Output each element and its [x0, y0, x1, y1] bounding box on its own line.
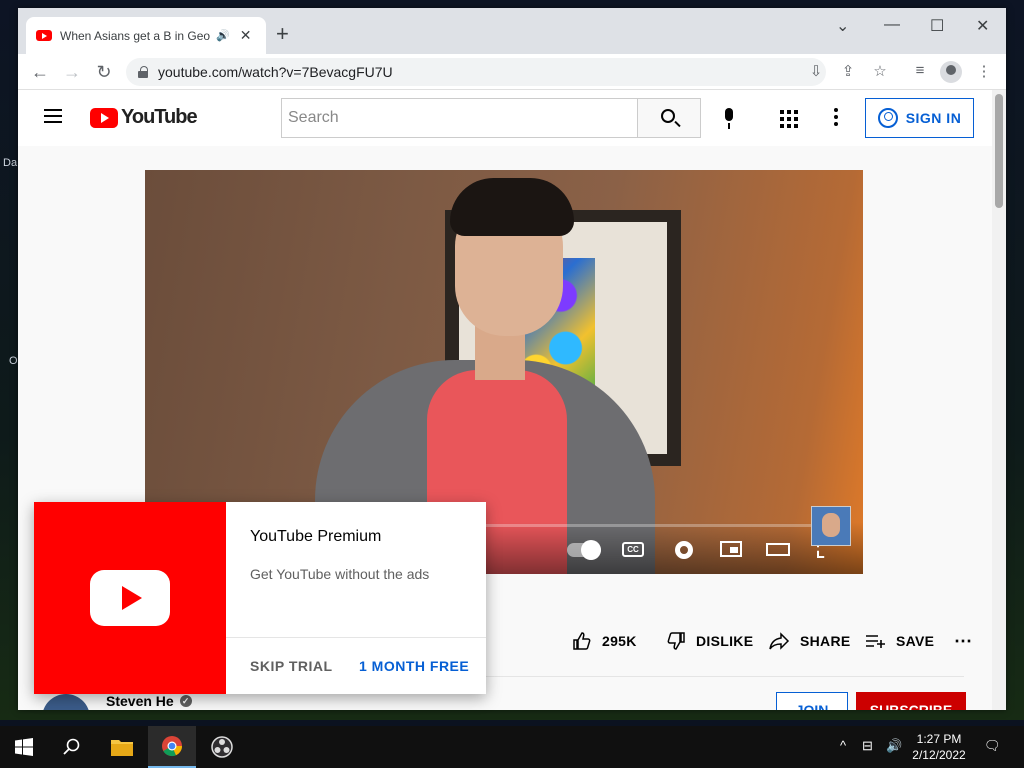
premium-banner	[34, 502, 226, 694]
dislike-label: DISLIKE	[696, 633, 754, 649]
video-actions-row: 295K DISLIKE SHARE SAVE ⋯	[556, 626, 976, 656]
save-label: SAVE	[896, 633, 935, 649]
desktop-icon-label[interactable]: O	[9, 355, 18, 367]
account-circle-icon	[877, 108, 898, 128]
address-bar[interactable]: youtube.com/watch?v=7BevacgFU7U	[126, 58, 826, 86]
taskbar-search-button[interactable]	[48, 726, 96, 768]
speaker-icon[interactable]: 🔊	[216, 29, 230, 42]
share-arrow-icon	[769, 632, 790, 650]
tab-title: When Asians get a B in Geography	[60, 28, 210, 43]
tab-search-chevron-icon[interactable]: ⌄	[836, 16, 849, 36]
channel-name-link[interactable]: Steven He ✓	[106, 693, 192, 709]
chrome-taskbar-button[interactable]	[148, 726, 196, 768]
youtube-play-logo-icon	[90, 107, 118, 128]
search-button[interactable]	[637, 98, 701, 138]
close-tab-icon[interactable]: ✕	[240, 27, 252, 44]
premium-description: Get YouTube without the ads	[250, 566, 430, 582]
obs-taskbar-button[interactable]	[198, 726, 246, 768]
premium-promo-dialog: YouTube Premium Get YouTube without the …	[34, 502, 486, 694]
autoplay-toggle[interactable]	[567, 540, 601, 560]
install-app-icon[interactable]: ⇩	[806, 62, 826, 80]
new-tab-plus-icon[interactable]: +	[276, 22, 289, 46]
obs-icon	[211, 736, 233, 758]
close-window-button[interactable]: ✕	[976, 16, 989, 36]
popup-divider	[226, 637, 486, 638]
channel-watermark-thumbnail[interactable]	[811, 506, 851, 546]
youtube-logo[interactable]: YouTube	[90, 106, 198, 129]
sign-in-label: SIGN IN	[905, 110, 962, 126]
windows-logo-icon	[15, 738, 33, 756]
youtube-favicon-icon	[36, 30, 52, 41]
url-text[interactable]: youtube.com/watch?v=7BevacgFU7U	[158, 64, 393, 80]
settings-gear-icon[interactable]	[675, 541, 693, 559]
subscribe-button[interactable]: SUBSCRIBE	[856, 692, 966, 710]
forward-arrow-icon[interactable]: →	[60, 60, 84, 84]
tab-strip: When Asians get a B in Geography 🔊 ✕ + ⌄…	[18, 8, 1006, 54]
volume-icon[interactable]: 🔊	[886, 738, 902, 754]
file-explorer-button[interactable]	[98, 726, 146, 768]
browser-tab[interactable]: When Asians get a B in Geography 🔊 ✕	[26, 17, 266, 54]
system-clock[interactable]: 1:27 PM 2/12/2022	[906, 731, 972, 763]
page-scrollbar[interactable]	[992, 90, 1006, 710]
lock-icon[interactable]	[138, 66, 148, 78]
like-button[interactable]: 295K	[572, 626, 637, 656]
chrome-icon	[162, 736, 183, 757]
show-hidden-icons-chevron-icon[interactable]: ^	[840, 738, 846, 753]
sign-in-button[interactable]: SIGN IN	[865, 98, 974, 138]
search-icon	[63, 738, 80, 755]
notifications-icon[interactable]: 🗨	[984, 738, 1001, 754]
reload-icon[interactable]: ↻	[92, 60, 116, 84]
browser-toolbar: ← → ↻ youtube.com/watch?v=7BevacgFU7U ⇩ …	[18, 54, 1006, 90]
share-button[interactable]: SHARE	[768, 626, 851, 656]
bookmark-star-icon[interactable]: ☆	[870, 62, 890, 80]
settings-kebab-icon[interactable]	[834, 108, 840, 128]
month-free-button[interactable]: 1 MONTH FREE	[359, 658, 469, 674]
search-input[interactable]: Search	[281, 98, 638, 138]
search-icon	[661, 109, 675, 123]
youtube-play-logo-icon	[90, 570, 170, 626]
share-label: SHARE	[800, 633, 851, 649]
browser-menu-icon[interactable]: ⋮	[974, 62, 994, 80]
media-control-icon[interactable]: ≡	[910, 62, 930, 79]
youtube-logo-text: YouTube	[121, 106, 198, 128]
premium-title: YouTube Premium	[250, 528, 382, 545]
more-actions-icon[interactable]: ⋯	[954, 626, 972, 656]
video-person-hair	[450, 178, 574, 236]
captions-cc-icon[interactable]: CC	[622, 542, 644, 557]
join-button[interactable]: JOIN	[776, 692, 848, 710]
channel-name: Steven He	[106, 693, 174, 709]
hamburger-menu-icon[interactable]	[44, 109, 64, 125]
back-arrow-icon[interactable]: ←	[28, 60, 52, 84]
share-page-icon[interactable]: ⇪	[838, 62, 858, 80]
verified-check-icon: ✓	[179, 695, 192, 707]
clock-date: 2/12/2022	[912, 748, 966, 762]
folder-icon	[111, 740, 133, 756]
add-to-playlist-icon	[866, 635, 885, 648]
windows-taskbar: ^ ⊟ 🔊 1:27 PM 2/12/2022 🗨	[0, 726, 1024, 768]
maximize-button[interactable]: ☐	[930, 16, 944, 36]
dislike-button[interactable]: DISLIKE	[666, 626, 753, 656]
theater-mode-icon[interactable]	[766, 543, 790, 556]
minimize-button[interactable]: —	[884, 16, 900, 34]
profile-avatar-icon[interactable]	[940, 61, 962, 83]
microphone-icon[interactable]	[716, 106, 742, 132]
miniplayer-icon[interactable]	[720, 541, 742, 557]
start-button[interactable]	[0, 726, 48, 768]
skip-trial-button[interactable]: SKIP TRIAL	[250, 658, 333, 674]
save-button[interactable]: SAVE	[864, 626, 934, 656]
clock-time: 1:27 PM	[916, 732, 962, 746]
channel-avatar[interactable]	[42, 694, 90, 710]
like-count: 295K	[602, 633, 637, 649]
network-icon[interactable]: ⊟	[862, 738, 873, 754]
youtube-header: YouTube Search SIGN IN	[18, 90, 992, 146]
thumbs-down-icon	[667, 632, 685, 650]
thumbs-up-icon	[573, 632, 591, 650]
apps-grid-icon[interactable]	[780, 110, 798, 128]
scrollbar-thumb[interactable]	[995, 94, 1003, 208]
desktop-icon-label[interactable]: Da	[3, 157, 17, 169]
